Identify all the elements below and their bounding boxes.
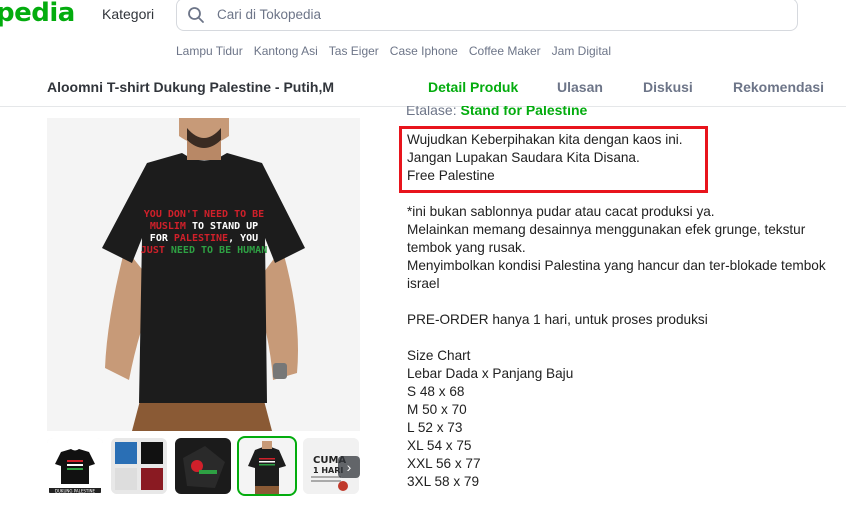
tab-ulasan[interactable]: Ulasan [557,79,603,95]
etalase-row: Etalase: Stand for Palestine [406,102,587,118]
thumbnail-selected[interactable] [237,436,297,496]
annotation-highlight-box [399,126,708,193]
search-icon [187,6,205,24]
description-line: Menyimbolkan kondisi Palestina yang hanc… [407,258,826,291]
size-row: M 50 x 70 [407,402,467,417]
preorder-note: PRE-ORDER hanya 1 hari, untuk proses pro… [407,312,708,327]
keyword-link[interactable]: Case Iphone [390,44,458,58]
description-line: *ini bukan sablonnya pudar atau cacat pr… [407,204,715,219]
keyword-link[interactable]: Lampu Tidur [176,44,243,58]
size-row: S 48 x 68 [407,384,465,399]
tab-diskusi[interactable]: Diskusi [643,79,693,95]
shirt-print-line: MUSLIM TO STAND UP [150,221,258,232]
keyword-link[interactable]: Jam Digital [552,44,611,58]
size-row: XXL 56 x 77 [407,456,481,471]
search-input[interactable] [217,7,777,22]
etalase-label: Etalase: [406,102,457,118]
keyword-link[interactable]: Tas Eiger [329,44,379,58]
size-row: 3XL 58 x 79 [407,474,480,489]
etalase-link[interactable]: Stand for Palestine [460,106,587,118]
search-bar[interactable] [176,0,798,31]
tab-rekomendasi[interactable]: Rekomendasi [733,79,824,95]
shirt-print-line: YOU DON'T NEED TO BE [144,209,264,220]
product-tabs: Detail Produk Ulasan Diskusi Rekomendasi [0,79,846,99]
size-chart-subtitle: Lebar Dada x Panjang Baju [407,366,574,381]
tokopedia-logo[interactable]: pedia [0,0,75,28]
thumbnail[interactable] [175,438,231,494]
tab-detail-produk[interactable]: Detail Produk [428,79,518,95]
description-line: Melainkan memang desainnya menggunakan e… [407,222,806,255]
shirt-print-line: JUST NEED TO BE HUMAN [141,245,267,256]
size-row: L 52 x 73 [407,420,463,435]
main-product-image[interactable]: YOU DON'T NEED TO BE MUSLIM TO STAND UP FO… [47,118,360,431]
size-chart-title: Size Chart [407,348,471,363]
thumbnail[interactable]: DUKUNG PALESTINE [47,438,103,494]
shirt-print: YOU DON'T NEED TO BEMUSLIM TO STAND UPFO… [141,209,267,256]
kategori-menu[interactable]: Kategori [102,6,154,22]
thumbnail-caption: DUKUNG PALESTINE [55,488,96,493]
shirt-print-line: FOR PALESTINE, YOU [150,233,258,244]
chevron-right-icon[interactable]: › [338,456,360,478]
keyword-link[interactable]: Kantong Asi [254,44,318,58]
keyword-link[interactable]: Coffee Maker [469,44,541,58]
size-row: XL 54 x 75 [407,438,472,453]
thumbnail-strip: DUKUNG PALESTINE CUMA 1 HARI [47,436,359,496]
thumbnail[interactable] [111,438,167,494]
popular-keywords: Lampu Tidur Kantong Asi Tas Eiger Case I… [176,44,611,58]
